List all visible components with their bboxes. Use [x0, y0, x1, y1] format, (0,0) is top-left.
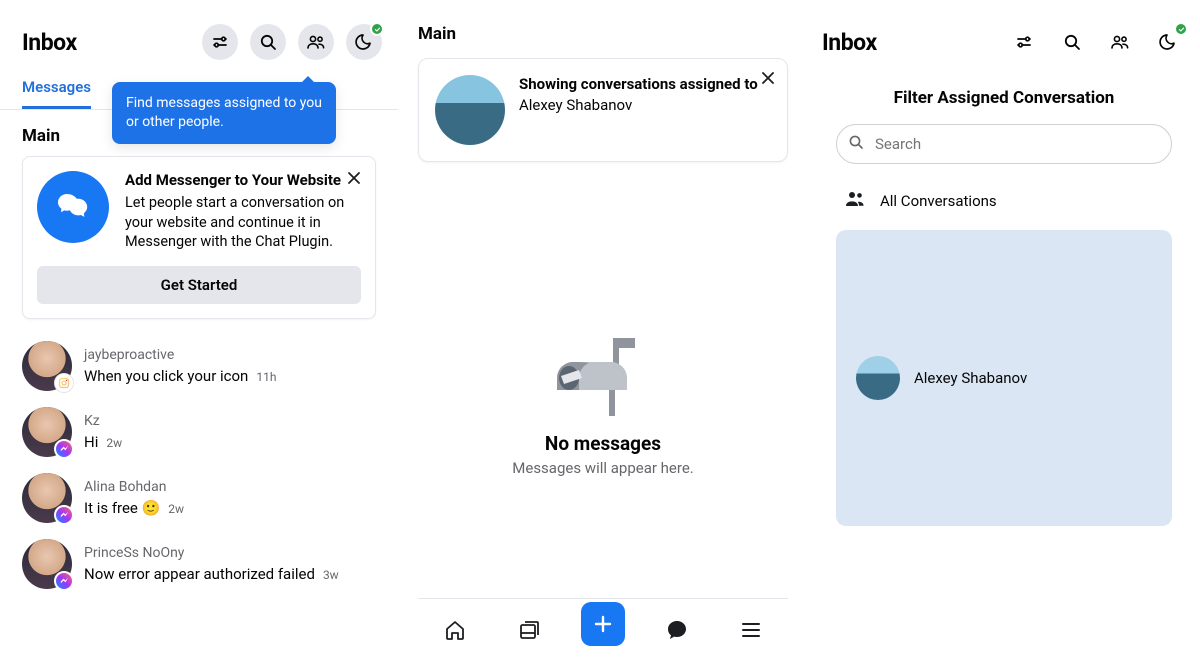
empty-subtitle: Messages will appear here. — [398, 459, 808, 477]
people-icon[interactable] — [298, 24, 334, 60]
assign-tooltip: Find messages assigned to you or other p… — [112, 82, 336, 144]
tab-messages[interactable]: Messages — [22, 72, 91, 109]
search-field — [836, 124, 1172, 164]
panel-inbox-messages: Inbox Messages Find messages assigned to… — [0, 0, 398, 670]
chat-plugin-promo: Add Messenger to Your Website Let people… — [22, 156, 376, 319]
thread-list: jaybeproactive When you click your icon 11… — [0, 333, 398, 597]
assignee-avatar — [856, 356, 900, 400]
promo-title: Add Messenger to Your Website — [125, 171, 361, 189]
get-started-button[interactable]: Get Started — [37, 266, 361, 304]
thread-preview: Hi — [84, 433, 98, 451]
sliders-icon[interactable] — [202, 24, 238, 60]
messenger-badge-icon — [54, 439, 74, 459]
active-badge-icon — [1174, 22, 1188, 36]
messenger-icon — [37, 171, 109, 243]
panel-assigned-inbox: Main Showing conversations assigned to A… — [398, 0, 808, 670]
bottom-nav — [418, 598, 788, 650]
thread-time: 3w — [323, 568, 339, 582]
inbox-header: Inbox — [808, 24, 1200, 60]
assignee-picker-panel: Alexey Shabanov — [836, 230, 1172, 526]
messenger-badge-icon — [54, 571, 74, 591]
thread-preview: When you click your icon — [84, 367, 248, 385]
thread-time: 2w — [168, 502, 184, 516]
inbox-title: Inbox — [822, 29, 877, 56]
sheet-title: Filter Assigned Conversation — [822, 88, 1186, 108]
assignee-name: Alexey Shabanov — [519, 95, 758, 116]
empty-state: No messages Messages will appear here. — [398, 332, 808, 477]
thread-row[interactable]: jaybeproactive When you click your icon 11… — [8, 333, 390, 399]
create-button[interactable] — [581, 602, 625, 646]
search-icon[interactable] — [1054, 24, 1090, 60]
assignee-avatar — [435, 75, 505, 145]
section-main-label: Main — [398, 24, 808, 58]
menu-icon[interactable] — [729, 608, 773, 652]
all-conversations-row[interactable]: All Conversations — [822, 180, 1186, 222]
active-badge-icon — [370, 22, 384, 36]
people-icon[interactable] — [1102, 24, 1138, 60]
sliders-icon[interactable] — [1006, 24, 1042, 60]
mailbox-icon — [553, 332, 653, 422]
group-icon — [844, 190, 866, 212]
thread-name: PrinceSs NoOny — [84, 545, 376, 562]
thread-name: Kz — [84, 413, 376, 430]
filter-sheet: Filter Assigned Conversation All Convers… — [822, 70, 1186, 670]
assignee-name: Alexey Shabanov — [914, 369, 1027, 387]
promo-copy: Let people start a conversation on your … — [125, 193, 361, 252]
panel-filter-sheet: Inbox Filter Assigned Conversation — [808, 0, 1200, 670]
home-icon[interactable] — [433, 608, 477, 652]
away-status-icon[interactable] — [1150, 24, 1186, 60]
away-status-icon[interactable] — [346, 24, 382, 60]
close-icon[interactable] — [759, 69, 777, 87]
thread-row[interactable]: Alina Bohdan It is free 🙂 2w — [8, 465, 390, 531]
header-icons — [202, 24, 382, 60]
empty-title: No messages — [398, 432, 808, 455]
close-icon[interactable] — [345, 169, 363, 187]
messenger-badge-icon — [54, 505, 74, 525]
thread-time: 11h — [256, 370, 276, 384]
thread-preview: It is free 🙂 — [84, 499, 160, 517]
thread-time: 2w — [106, 436, 122, 450]
all-conversations-label: All Conversations — [880, 192, 997, 210]
search-icon[interactable] — [250, 24, 286, 60]
assigned-label: Showing conversations assigned to — [519, 75, 758, 95]
thread-row[interactable]: Kz Hi 2w — [8, 399, 390, 465]
assignee-option[interactable]: Alexey Shabanov — [850, 350, 1158, 406]
inbox-title: Inbox — [22, 29, 77, 56]
search-icon — [848, 134, 864, 154]
search-input[interactable] — [836, 124, 1172, 164]
thread-name: jaybeproactive — [84, 347, 376, 364]
instagram-badge-icon — [54, 373, 74, 393]
chat-icon[interactable] — [655, 608, 699, 652]
cards-icon[interactable] — [507, 608, 551, 652]
header-icons — [1006, 24, 1186, 60]
assigned-filter-card: Showing conversations assigned to Alexey… — [418, 58, 788, 162]
thread-preview: Now error appear authorized failed — [84, 565, 315, 583]
thread-row[interactable]: PrinceSs NoOny Now error appear authorize… — [8, 531, 390, 597]
inbox-header: Inbox — [0, 24, 398, 60]
thread-name: Alina Bohdan — [84, 479, 376, 496]
